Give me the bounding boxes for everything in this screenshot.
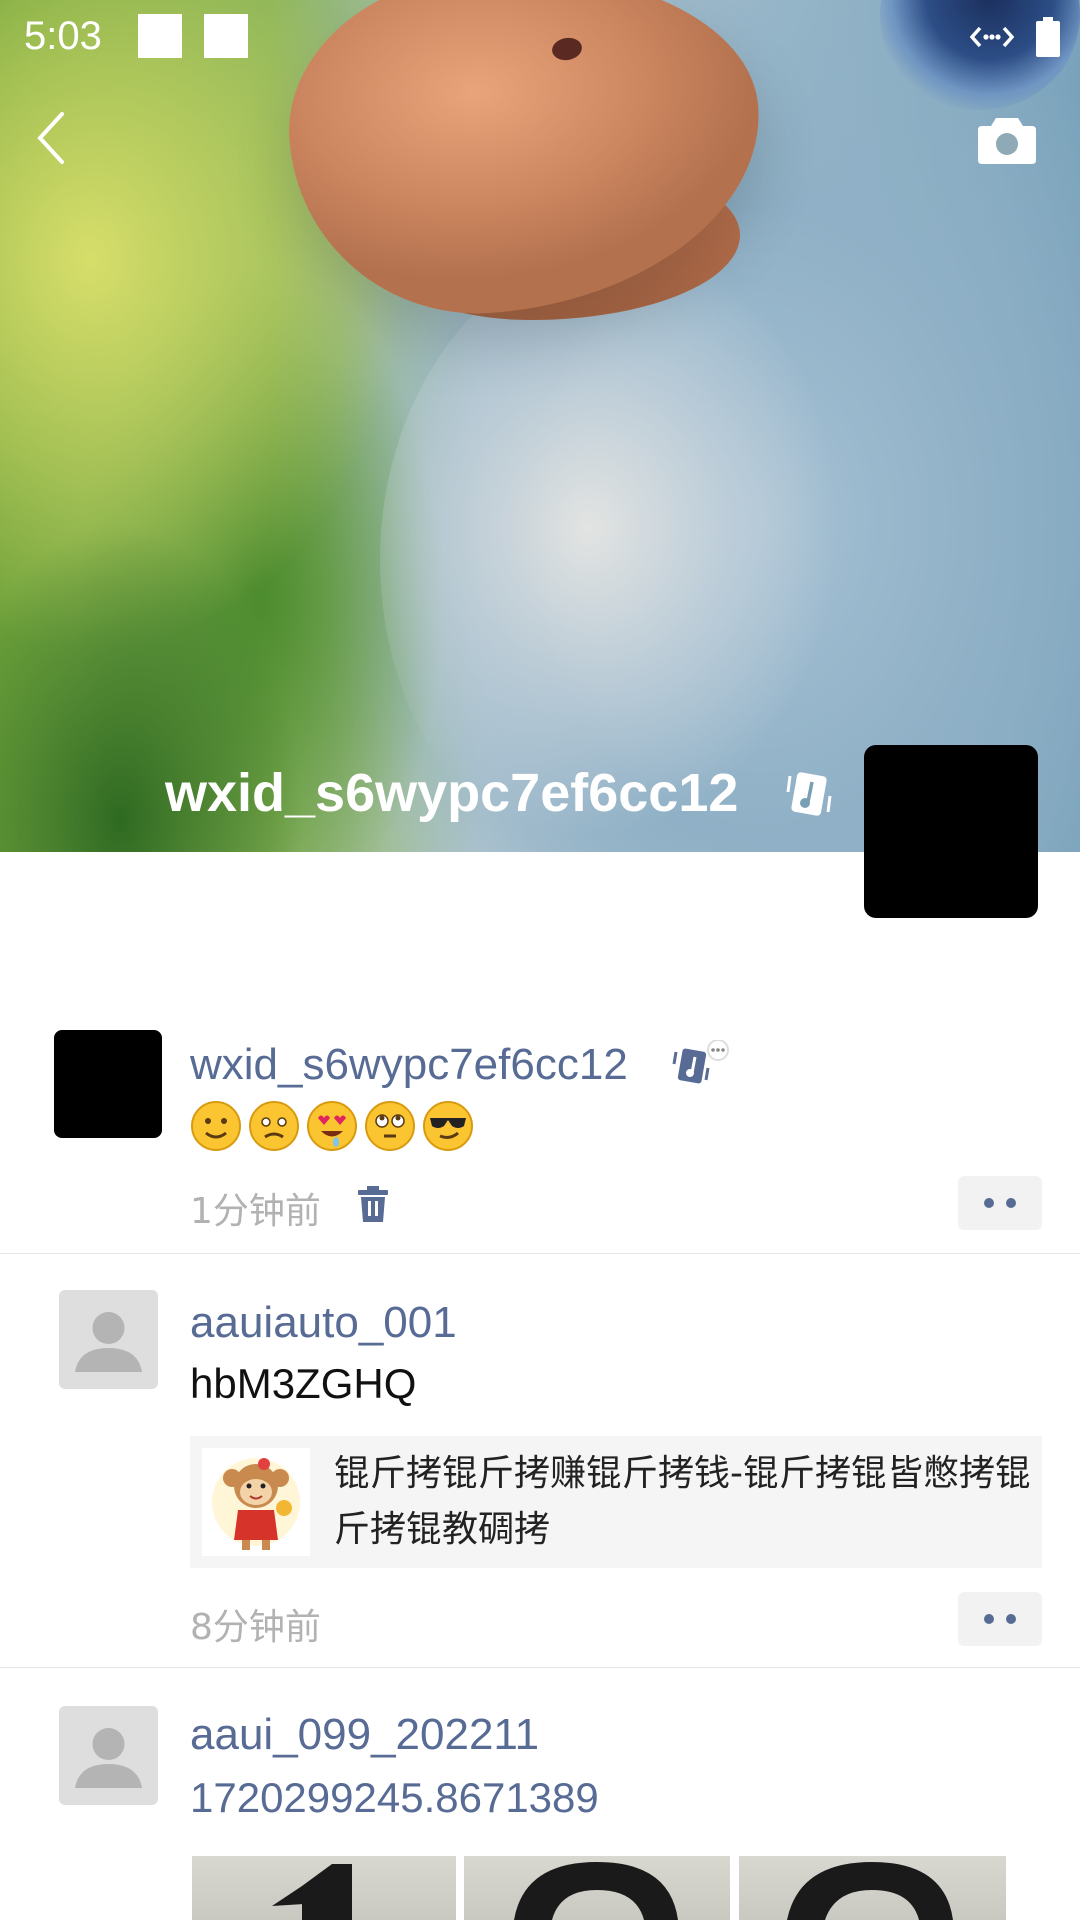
link-thumbnail (202, 1448, 310, 1556)
moment-post: wxid_s6wypc7ef6cc12 1分钟前 (0, 1010, 1080, 1254)
post-image[interactable] (192, 1856, 456, 1920)
default-avatar-icon (75, 1312, 142, 1372)
link-title: 锟斤拷锟斤拷赚锟斤拷钱-锟斤拷锟皆憋拷锟斤拷锟教碉拷 (334, 1453, 1031, 1550)
music-status-icon (672, 1040, 729, 1084)
post-time: 8分钟前 (190, 1607, 321, 1648)
camera-icon[interactable] (978, 112, 1036, 164)
battery-icon (1036, 17, 1060, 57)
post-author[interactable]: wxid_s6wypc7ef6cc12 (190, 1040, 628, 1090)
post-author[interactable]: aaui_099_202211 (190, 1710, 539, 1760)
number-two-image (514, 1862, 678, 1920)
data-sync-icon (970, 26, 1014, 48)
notification-icon (138, 14, 182, 58)
post-image[interactable] (464, 1856, 730, 1920)
default-avatar-icon (75, 1728, 142, 1788)
worried-emoji-icon (249, 1101, 299, 1151)
trash-icon[interactable] (358, 1186, 388, 1222)
monkey-mascot-icon (212, 1458, 300, 1550)
link-card[interactable]: 锟斤拷锟斤拷赚锟斤拷钱-锟斤拷锟皆憋拷锟斤拷锟教碉拷 (190, 1436, 1042, 1568)
slightly-smiling-emoji-icon (191, 1101, 241, 1151)
status-bar: 5:03 (0, 0, 1080, 76)
avatar[interactable] (54, 1030, 162, 1138)
avatar[interactable] (59, 1706, 158, 1805)
moment-post: aauiauto_001 hbM3ZGHQ 锟斤拷锟斤拷赚锟斤拷钱-锟斤拷锟皆憋… (0, 1254, 1080, 1668)
emoji-row (190, 1100, 474, 1152)
more-options-button[interactable] (958, 1176, 1042, 1230)
profile-avatar[interactable] (864, 745, 1038, 918)
number-three-image (787, 1862, 953, 1920)
heart-eyes-emoji-icon (307, 1101, 357, 1151)
more-options-button[interactable] (958, 1592, 1042, 1646)
number-one-image (272, 1864, 352, 1920)
notification-icon (204, 14, 248, 58)
post-author[interactable]: aauiauto_001 (190, 1298, 457, 1348)
sunglasses-emoji-icon (423, 1101, 473, 1151)
chevron-left-icon[interactable] (30, 108, 74, 168)
post-time: 1分钟前 (190, 1191, 321, 1232)
post-image[interactable] (739, 1856, 1006, 1920)
profile-name[interactable]: wxid_s6wypc7ef6cc12 (165, 762, 738, 824)
avatar[interactable] (59, 1290, 158, 1389)
rolling-eyes-emoji-icon (365, 1101, 415, 1151)
cover-photo[interactable] (0, 0, 1080, 852)
post-text[interactable]: 1720299245.8671389 (190, 1774, 599, 1822)
post-text: hbM3ZGHQ (190, 1360, 417, 1407)
music-status-icon[interactable] (782, 768, 836, 820)
status-time: 5:03 (24, 14, 102, 58)
